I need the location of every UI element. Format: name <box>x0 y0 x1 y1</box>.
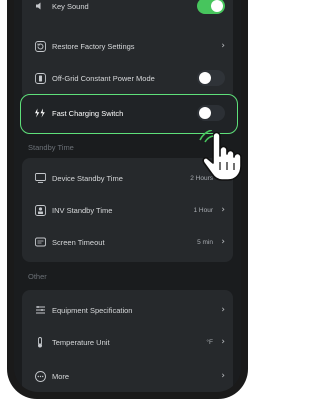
speaker-icon <box>34 0 46 12</box>
off-grid-power-row[interactable]: Off-Grid Constant Power Mode <box>22 62 233 94</box>
chevron-right-icon: › <box>221 371 225 381</box>
toggle-knob <box>211 0 223 12</box>
chevron-right-icon: › <box>221 205 225 215</box>
screen-timeout-label: Screen Timeout <box>52 237 105 247</box>
inv-standby-row[interactable]: INV Standby Time 1 Hour › <box>22 194 233 226</box>
chevron-right-icon: › <box>221 305 225 315</box>
fast-charging-toggle[interactable] <box>197 105 225 121</box>
toggle-knob <box>199 107 211 119</box>
off-grid-power-label: Off-Grid Constant Power Mode <box>52 73 155 83</box>
chevron-right-icon: › <box>221 237 225 247</box>
temperature-unit-label: Temperature Unit <box>52 337 110 347</box>
chevron-right-icon: › <box>221 337 225 347</box>
standby-section-title: Standby Time <box>28 143 74 152</box>
screen-timeout-row[interactable]: Screen Timeout 5 min › <box>22 226 233 258</box>
restore-factory-label: Restore Factory Settings <box>52 41 135 51</box>
other-section-title: Other <box>28 272 47 281</box>
equipment-spec-label: Equipment Specification <box>52 305 133 315</box>
temperature-unit-row[interactable]: Temperature Unit °F › <box>22 326 233 358</box>
key-sound-row[interactable]: Key Sound <box>22 0 233 22</box>
monitor-icon <box>34 172 46 184</box>
fast-charging-row[interactable]: Fast Charging Switch <box>22 97 233 129</box>
equipment-spec-row[interactable]: Equipment Specification › <box>22 294 233 326</box>
more-icon <box>34 370 46 382</box>
device-standby-label: Device Standby Time <box>52 173 123 183</box>
more-row[interactable]: More › <box>22 360 233 392</box>
lightning-icon <box>34 107 46 119</box>
temperature-unit-value: °F <box>206 338 213 346</box>
key-sound-toggle[interactable] <box>197 0 225 14</box>
battery-icon <box>34 72 46 84</box>
restore-factory-row[interactable]: Restore Factory Settings › <box>22 30 233 62</box>
inverter-icon <box>34 204 46 216</box>
spec-icon <box>34 304 46 316</box>
off-grid-power-toggle[interactable] <box>197 70 225 86</box>
toggle-knob <box>199 72 211 84</box>
hand-pointer-icon <box>199 130 242 181</box>
screen-timeout-value: 5 min <box>197 238 213 246</box>
chevron-right-icon: › <box>221 41 225 51</box>
thermometer-icon <box>34 336 46 348</box>
inv-standby-label: INV Standby Time <box>52 205 113 215</box>
screen-icon <box>34 236 46 248</box>
general-settings-card: Key Sound Restore Factory Settings › Off… <box>22 0 233 100</box>
other-card: Equipment Specification › Temperature Un… <box>22 290 233 392</box>
settings-screen: Key Sound Restore Factory Settings › Off… <box>14 0 241 392</box>
inv-standby-value: 1 Hour <box>193 206 213 214</box>
reset-icon <box>34 40 46 52</box>
more-label: More <box>52 371 70 381</box>
key-sound-label: Key Sound <box>52 1 89 11</box>
fast-charging-label: Fast Charging Switch <box>52 108 124 118</box>
